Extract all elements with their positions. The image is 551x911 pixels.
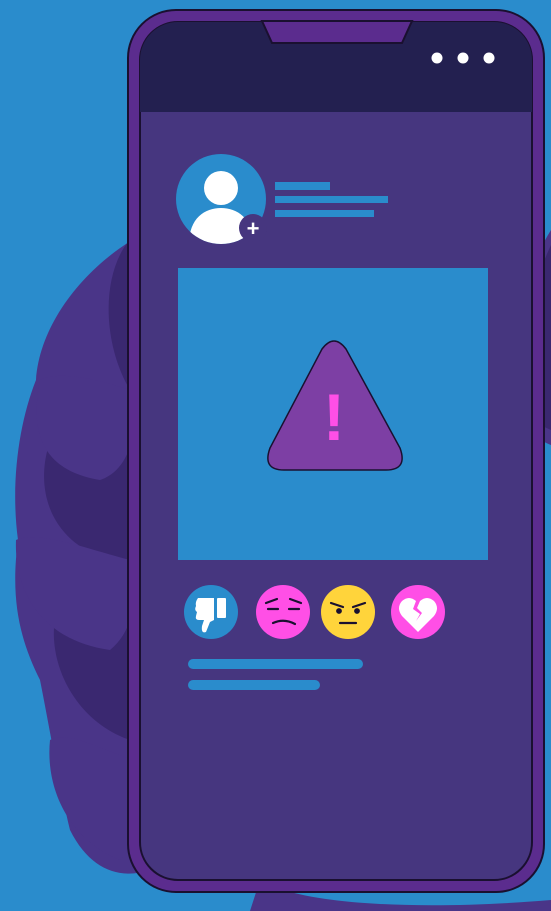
phone-scene: + !	[15, 9, 551, 911]
caption-line-2	[188, 680, 320, 690]
phone-notch	[260, 20, 414, 44]
dislike-button[interactable]	[184, 585, 238, 639]
profile-name-line	[275, 182, 330, 190]
heartbreak-reaction-button[interactable]	[391, 585, 445, 639]
caption-line-1	[188, 659, 363, 669]
angry-reaction-button[interactable]	[321, 585, 375, 639]
profile-text-line-1	[275, 196, 388, 203]
exclamation-mark: !	[323, 380, 345, 454]
sad-reaction-button[interactable]	[256, 585, 310, 639]
add-friend-button[interactable]: +	[239, 214, 267, 242]
illustration: + !	[0, 0, 551, 911]
profile-text-line-2	[275, 210, 374, 217]
post-image[interactable]: !	[178, 268, 488, 560]
plus-icon: +	[247, 216, 260, 241]
